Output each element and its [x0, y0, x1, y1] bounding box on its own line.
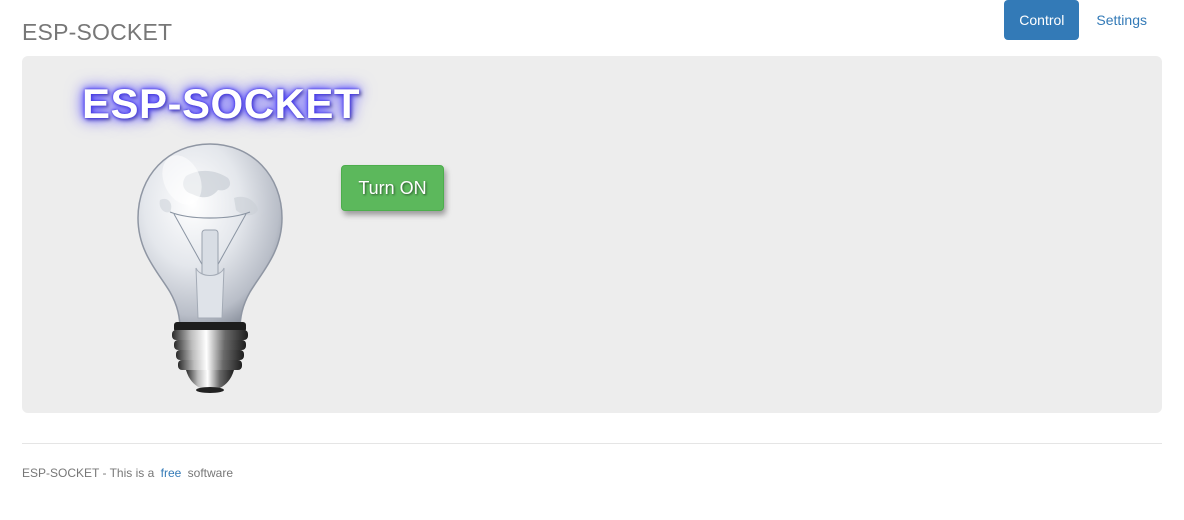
footer-text-prefix: ESP-SOCKET - This is a — [22, 466, 155, 480]
nav-settings-tab[interactable]: Settings — [1081, 0, 1162, 40]
control-panel: ESP-SOCKET Turn ON — [22, 56, 1162, 413]
nav-control-tab[interactable]: Control — [1004, 0, 1080, 40]
footer-text-suffix: software — [187, 466, 233, 480]
hero-title: ESP-SOCKET — [82, 80, 361, 127]
header: ESP-SOCKET Control Settings — [0, 0, 1184, 56]
nav-menu: Control Settings — [1004, 0, 1162, 40]
brand-title[interactable]: ESP-SOCKET — [22, 19, 172, 46]
footer: ESP-SOCKET - This is a free software — [22, 466, 233, 480]
light-bulb-icon — [137, 143, 283, 393]
footer-divider — [22, 443, 1162, 444]
turn-on-button[interactable]: Turn ON — [341, 165, 444, 211]
free-link[interactable]: free — [161, 466, 182, 480]
